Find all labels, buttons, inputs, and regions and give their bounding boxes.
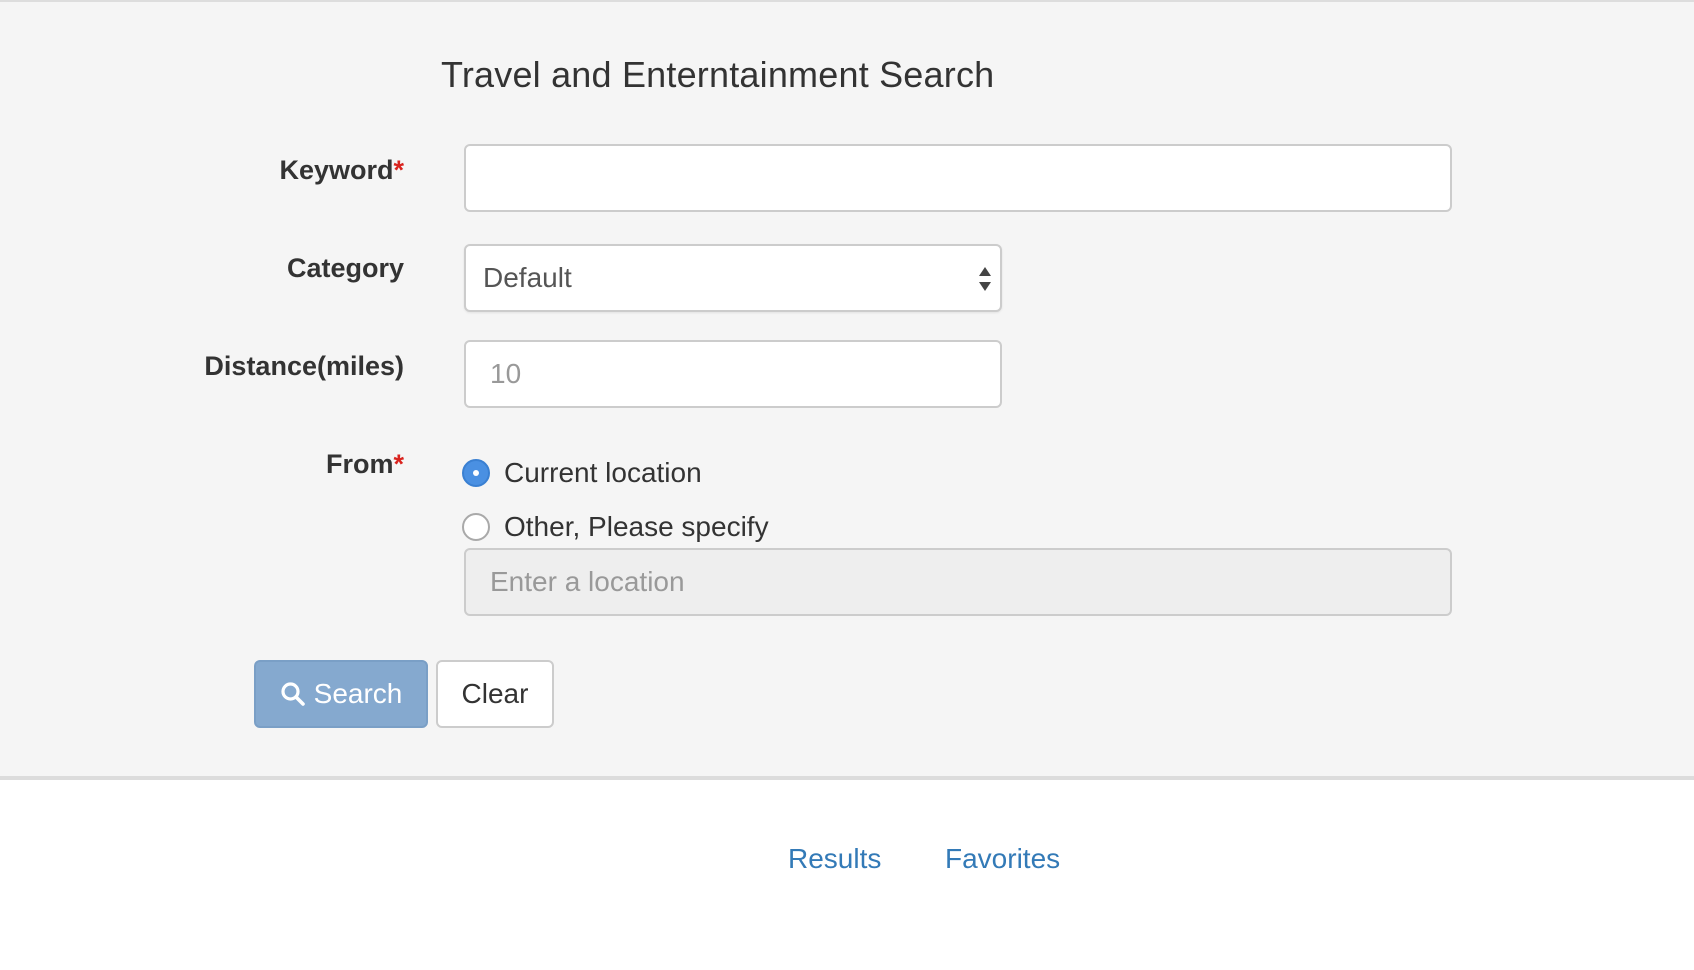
category-select[interactable]: Default: [464, 244, 1002, 312]
radio-current-location[interactable]: Current location: [462, 456, 702, 490]
keyword-input[interactable]: [464, 144, 1452, 212]
tab-results[interactable]: Results: [788, 843, 881, 875]
distance-input[interactable]: [464, 340, 1002, 408]
radio-label-other-location: Other, Please specify: [504, 511, 769, 542]
search-icon: [281, 682, 305, 706]
keyword-label-text: Keyword: [279, 155, 394, 185]
radio-button-current-location[interactable]: [462, 459, 490, 487]
keyword-required-mark: *: [393, 155, 404, 185]
category-selected-value: Default: [483, 262, 572, 293]
radio-other-location[interactable]: Other, Please specify: [462, 510, 769, 544]
from-label: From*: [326, 449, 404, 480]
select-arrows-icon: [979, 267, 991, 291]
tab-favorites[interactable]: Favorites: [945, 843, 1060, 875]
distance-label: Distance(miles): [204, 351, 404, 381]
search-button[interactable]: Search: [254, 660, 428, 728]
panel-divider: [0, 776, 1694, 780]
radio-label-current-location: Current location: [504, 457, 702, 488]
radio-button-other-location[interactable]: [462, 513, 490, 541]
category-label: Category: [286, 253, 404, 283]
keyword-label: Keyword*: [279, 155, 404, 186]
page-title: Travel and Enterntainment Search: [441, 54, 995, 95]
location-input[interactable]: [464, 548, 1452, 616]
from-label-text: From: [325, 449, 394, 479]
search-button-label: Search: [313, 678, 403, 709]
search-form-panel: Travel and Enterntainment Search Keyword…: [0, 2, 1694, 778]
from-required-mark: *: [393, 449, 404, 479]
clear-button[interactable]: Clear: [436, 660, 554, 728]
